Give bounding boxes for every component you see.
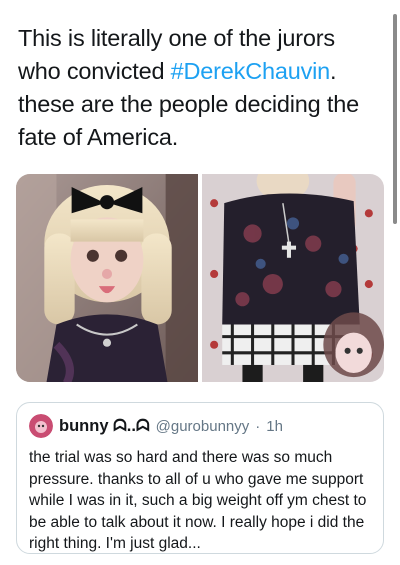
quoted-tweet-body: the trial was so hard and there was so m… <box>29 449 367 552</box>
quoted-tweet[interactable]: bunny ᗣ..ᗣ @gurobunnyy · 1h the trial wa… <box>16 402 384 554</box>
media-grid <box>16 174 384 382</box>
quoted-handle[interactable]: @gurobunnyy <box>156 418 250 435</box>
avatar[interactable] <box>29 414 53 438</box>
quoted-timestamp[interactable]: 1h <box>266 418 283 435</box>
quoted-display-name[interactable]: bunny ᗣ..ᗣ <box>59 417 150 436</box>
quoted-tweet-header: bunny ᗣ..ᗣ @gurobunnyy · 1h <box>29 413 371 439</box>
photo-2[interactable] <box>202 174 384 382</box>
photo-1[interactable] <box>16 174 198 382</box>
separator-dot: · <box>255 417 261 435</box>
scrollbar[interactable] <box>393 14 397 224</box>
hashtag-link[interactable]: #DerekChauvin <box>171 58 331 84</box>
tweet-text: This is literally one of the jurors who … <box>18 22 383 154</box>
tweet-page: This is literally one of the jurors who … <box>0 0 400 565</box>
